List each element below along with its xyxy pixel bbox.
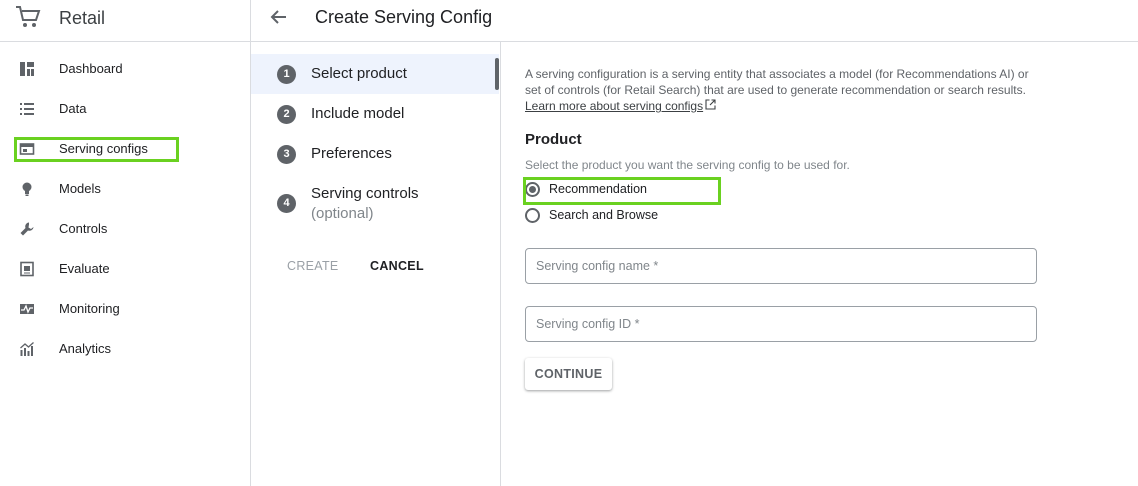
step-number: 1 <box>277 65 296 84</box>
sidebar-item-models[interactable]: Models <box>0 174 250 204</box>
sidebar-item-label: Analytics <box>59 341 112 356</box>
serving-config-id-input[interactable] <box>526 307 1036 341</box>
stepper-scrollbar[interactable] <box>495 58 499 90</box>
sidebar-item-label: Data <box>59 101 87 116</box>
radio-label: Search and Browse <box>549 208 659 222</box>
cancel-button[interactable]: CANCEL <box>370 259 424 273</box>
recommendation-highlight-box <box>523 177 721 205</box>
sidebar-item-label: Controls <box>59 221 108 236</box>
sidebar-item-dashboard[interactable]: Dashboard <box>0 54 250 84</box>
step-number: 2 <box>277 105 296 124</box>
step-label: Serving controls <box>311 185 419 202</box>
sidebar-item-label: Models <box>59 181 101 196</box>
step-label: Include model <box>311 105 405 122</box>
dashboard-icon <box>20 62 34 76</box>
sidebar-item-analytics[interactable]: Analytics <box>0 334 250 364</box>
monitoring-icon <box>20 304 34 314</box>
step-select-product[interactable]: 1 Select product <box>251 54 499 94</box>
analytics-icon <box>20 342 34 356</box>
stepper: 1 Select product 2 Include model 3 Prefe… <box>251 42 501 486</box>
sidebar-item-label: Evaluate <box>59 261 110 276</box>
learn-more-link[interactable]: Learn more about serving configs <box>525 98 703 114</box>
step-preferences[interactable]: 3 Preferences <box>251 134 499 174</box>
wrench-icon <box>20 222 34 236</box>
sidebar: Retail Dashboard Data Serving configs Mo… <box>0 0 251 486</box>
step-number: 3 <box>277 145 296 164</box>
lightbulb-icon <box>22 182 32 196</box>
sidebar-item-data[interactable]: Data <box>0 94 250 124</box>
evaluate-icon <box>20 261 34 277</box>
radio-search-and-browse[interactable]: Search and Browse <box>525 206 725 226</box>
continue-button[interactable]: CONTINUE <box>525 358 612 390</box>
create-button[interactable]: CREATE <box>287 259 339 273</box>
external-link-icon[interactable] <box>705 99 716 110</box>
list-icon <box>20 103 34 115</box>
sidebar-item-label: Dashboard <box>59 61 123 76</box>
step-serving-controls[interactable]: 4 Serving controls (optional) <box>251 174 499 230</box>
radio-button-unchecked[interactable] <box>525 208 540 223</box>
back-arrow-icon[interactable] <box>269 7 289 27</box>
page-title: Create Serving Config <box>315 7 493 27</box>
serving-config-name-input[interactable] <box>526 249 1036 283</box>
shopping-cart-icon <box>16 6 41 27</box>
sidebar-header: Retail <box>0 0 250 42</box>
product-section-hint: Select the product you want the serving … <box>525 158 850 172</box>
sidebar-item-evaluate[interactable]: Evaluate <box>0 254 250 284</box>
step-include-model[interactable]: 2 Include model <box>251 94 499 134</box>
main-content: A serving configuration is a serving ent… <box>501 42 1138 486</box>
serving-config-id-field[interactable] <box>525 306 1037 342</box>
sidebar-item-controls[interactable]: Controls <box>0 214 250 244</box>
app-title: Retail <box>59 8 106 28</box>
page-header: Create Serving Config <box>251 0 1138 42</box>
serving-configs-highlight-box <box>14 137 179 162</box>
step-label: Preferences <box>311 145 392 162</box>
sidebar-item-monitoring[interactable]: Monitoring <box>0 294 250 324</box>
serving-config-name-field[interactable] <box>525 248 1037 284</box>
step-number: 4 <box>277 194 296 213</box>
sidebar-item-label: Monitoring <box>59 301 120 316</box>
product-section-title: Product <box>525 131 582 148</box>
description-text: A serving configuration is a serving ent… <box>525 67 1029 97</box>
step-label: Select product <box>311 65 407 82</box>
step-sublabel: (optional) <box>311 205 374 222</box>
